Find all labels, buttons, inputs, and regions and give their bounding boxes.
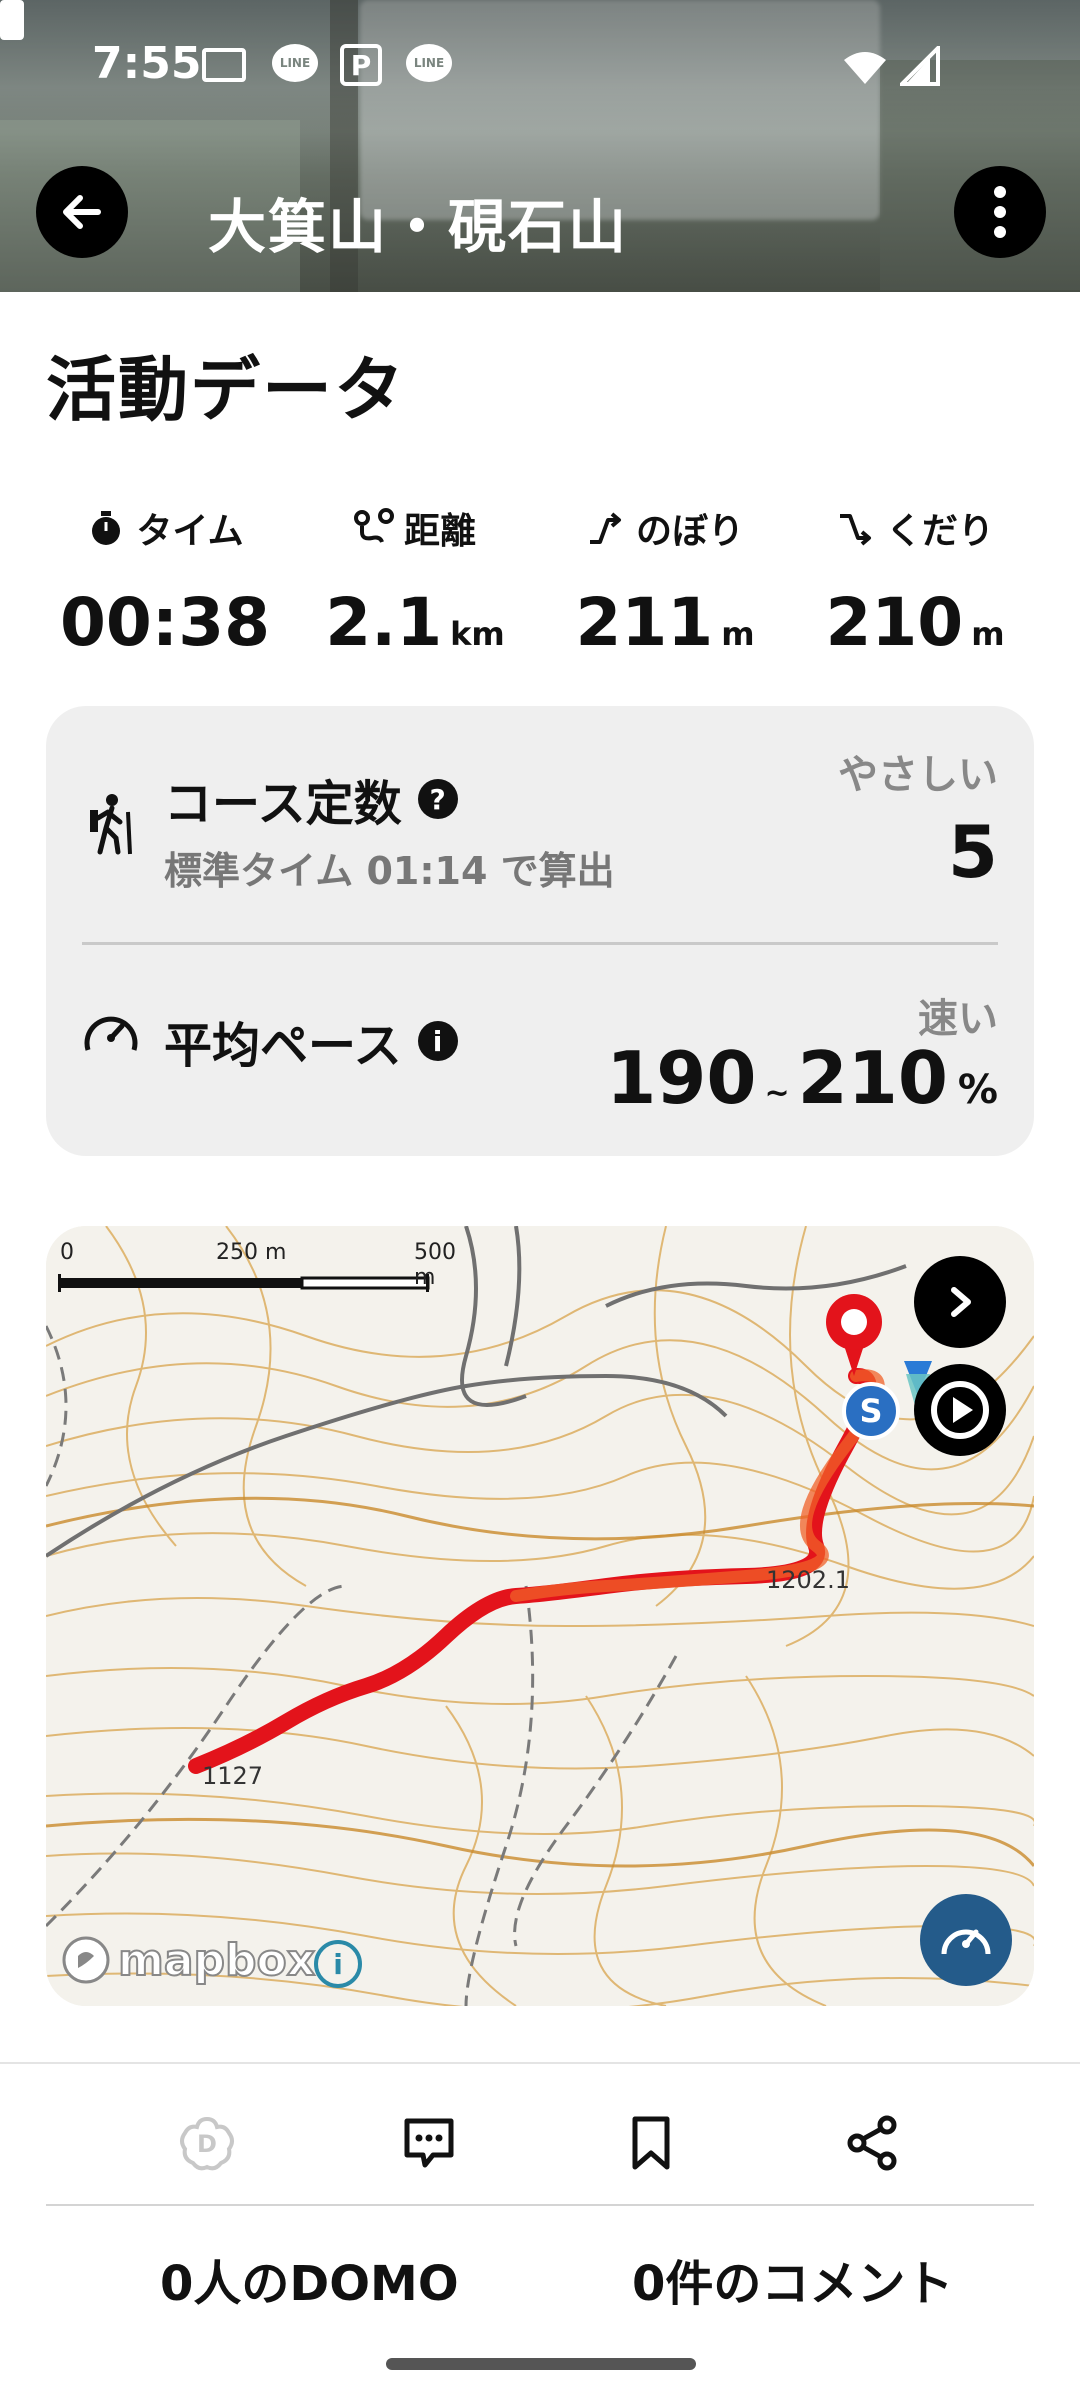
stopwatch-icon bbox=[92, 511, 121, 545]
course-card: コース定数 ? 標準タイム 01:14 で算出 やさしい 5 平均ペース i 速… bbox=[46, 706, 1034, 1156]
arrow-left-icon bbox=[63, 195, 101, 229]
share-icon bbox=[847, 2115, 897, 2171]
activity-stats: タイム 00:38 距離 2.1 km のぼり 211 m くだり 210 m bbox=[40, 500, 1040, 661]
stat-time: タイム 00:38 bbox=[40, 500, 290, 661]
comment-icon bbox=[404, 2118, 454, 2168]
chevron-right-icon bbox=[951, 1287, 971, 1317]
mapbox-icon bbox=[62, 1936, 110, 1984]
status-bar: 7:55 LINE P LINE bbox=[0, 0, 1080, 130]
back-button[interactable] bbox=[36, 166, 128, 258]
bookmark-button[interactable] bbox=[616, 2108, 686, 2178]
more-menu-button[interactable] bbox=[954, 166, 1046, 258]
course-constant-title: コース定数 bbox=[164, 776, 402, 832]
signal-icon bbox=[900, 46, 940, 86]
stat-ascent: のぼり 211 m bbox=[540, 500, 790, 661]
ascent-arrow-icon bbox=[589, 512, 621, 544]
stat-unit: m bbox=[721, 615, 755, 653]
domo-count[interactable]: 0人のDOMO bbox=[160, 2244, 459, 2314]
pace-unit: % bbox=[957, 1067, 998, 1113]
stat-unit: km bbox=[450, 615, 505, 653]
stat-descent: くだり 210 m bbox=[790, 500, 1040, 661]
mapbox-text: mapbox bbox=[117, 1934, 316, 1987]
stat-label: のぼり bbox=[635, 511, 744, 552]
scale-label: 0 bbox=[60, 1240, 74, 1265]
mail-icon bbox=[202, 48, 246, 82]
comment-count[interactable]: 0件のコメント bbox=[632, 2244, 953, 2314]
domo-button[interactable]: D bbox=[172, 2108, 242, 2178]
average-pace-value: 190 ~210% bbox=[606, 1036, 998, 1120]
stat-label: 距離 bbox=[403, 511, 476, 552]
stat-value: 210 bbox=[825, 584, 964, 661]
route-map[interactable]: 0 250 m 500 m S 1202.1 1127 mapbox i bbox=[46, 1226, 1034, 2006]
stat-label: タイム bbox=[136, 511, 244, 552]
stat-value: 2.1 bbox=[325, 584, 443, 661]
play-circle-icon bbox=[931, 1381, 989, 1439]
comment-button[interactable] bbox=[394, 2108, 464, 2178]
topographic-map bbox=[46, 1226, 1034, 2006]
scale-label: 250 m bbox=[216, 1240, 287, 1265]
line-icon: LINE bbox=[406, 44, 452, 82]
line-icon: LINE bbox=[272, 44, 318, 82]
divider bbox=[82, 942, 998, 945]
bookmark-icon bbox=[632, 2116, 670, 2170]
more-vertical-icon bbox=[994, 186, 1006, 238]
help-icon[interactable]: ? bbox=[417, 779, 458, 819]
stat-unit: m bbox=[971, 615, 1005, 653]
domo-flower-icon: D bbox=[180, 2116, 234, 2171]
descent-arrow-icon bbox=[839, 514, 871, 546]
pace-map-button[interactable] bbox=[920, 1894, 1012, 1986]
course-standard-time: 標準タイム 01:14 で算出 bbox=[164, 849, 615, 893]
map-expand-button[interactable] bbox=[914, 1256, 1006, 1348]
stat-label: くだり bbox=[885, 511, 994, 552]
elevation-label: 1202.1 bbox=[766, 1566, 850, 1594]
wifi-icon bbox=[844, 52, 886, 84]
stat-value: 00:38 bbox=[59, 584, 271, 661]
svg-text:D: D bbox=[197, 2130, 217, 2158]
bottom-actions: D 0人のDOMO 0件のコメント bbox=[0, 2062, 1080, 2400]
header: 7:55 LINE P LINE 大箕山・硯石山 bbox=[0, 0, 1080, 292]
map-attribution-info-icon[interactable]: i bbox=[314, 1940, 362, 1988]
paypay-icon: P bbox=[340, 44, 382, 86]
info-icon[interactable]: i bbox=[417, 1021, 458, 1061]
mapbox-logo: mapbox bbox=[60, 1934, 316, 1987]
route-pin-icon bbox=[353, 508, 394, 543]
pace-max: 210 bbox=[797, 1036, 948, 1120]
pace-tilde: ~ bbox=[764, 1076, 790, 1111]
route-playback-button[interactable] bbox=[914, 1364, 1006, 1456]
share-button[interactable] bbox=[838, 2108, 908, 2178]
speedometer-icon bbox=[84, 1016, 138, 1051]
stat-value: 211 bbox=[575, 584, 714, 661]
stat-distance: 距離 2.1 km bbox=[290, 500, 540, 661]
battery-icon bbox=[0, 0, 24, 40]
scale-label: 500 m bbox=[414, 1240, 456, 1290]
pace-min: 190 bbox=[606, 1036, 757, 1120]
course-difficulty-label: やさしい bbox=[838, 752, 998, 798]
status-time: 7:55 bbox=[92, 38, 202, 89]
average-pace-title: 平均ペース bbox=[164, 1018, 402, 1074]
start-marker: S bbox=[842, 1382, 900, 1440]
elevation-label: 1127 bbox=[202, 1762, 264, 1790]
section-title: 活動データ bbox=[46, 349, 406, 431]
page-title: 大箕山・硯石山 bbox=[208, 193, 629, 261]
speedometer-icon bbox=[941, 1929, 991, 1955]
map-scale: 0 250 m 500 m bbox=[60, 1240, 480, 1290]
course-constant-value: 5 bbox=[947, 810, 998, 894]
divider bbox=[46, 2204, 1034, 2206]
home-indicator[interactable] bbox=[386, 2358, 696, 2370]
hiker-icon bbox=[90, 794, 132, 855]
